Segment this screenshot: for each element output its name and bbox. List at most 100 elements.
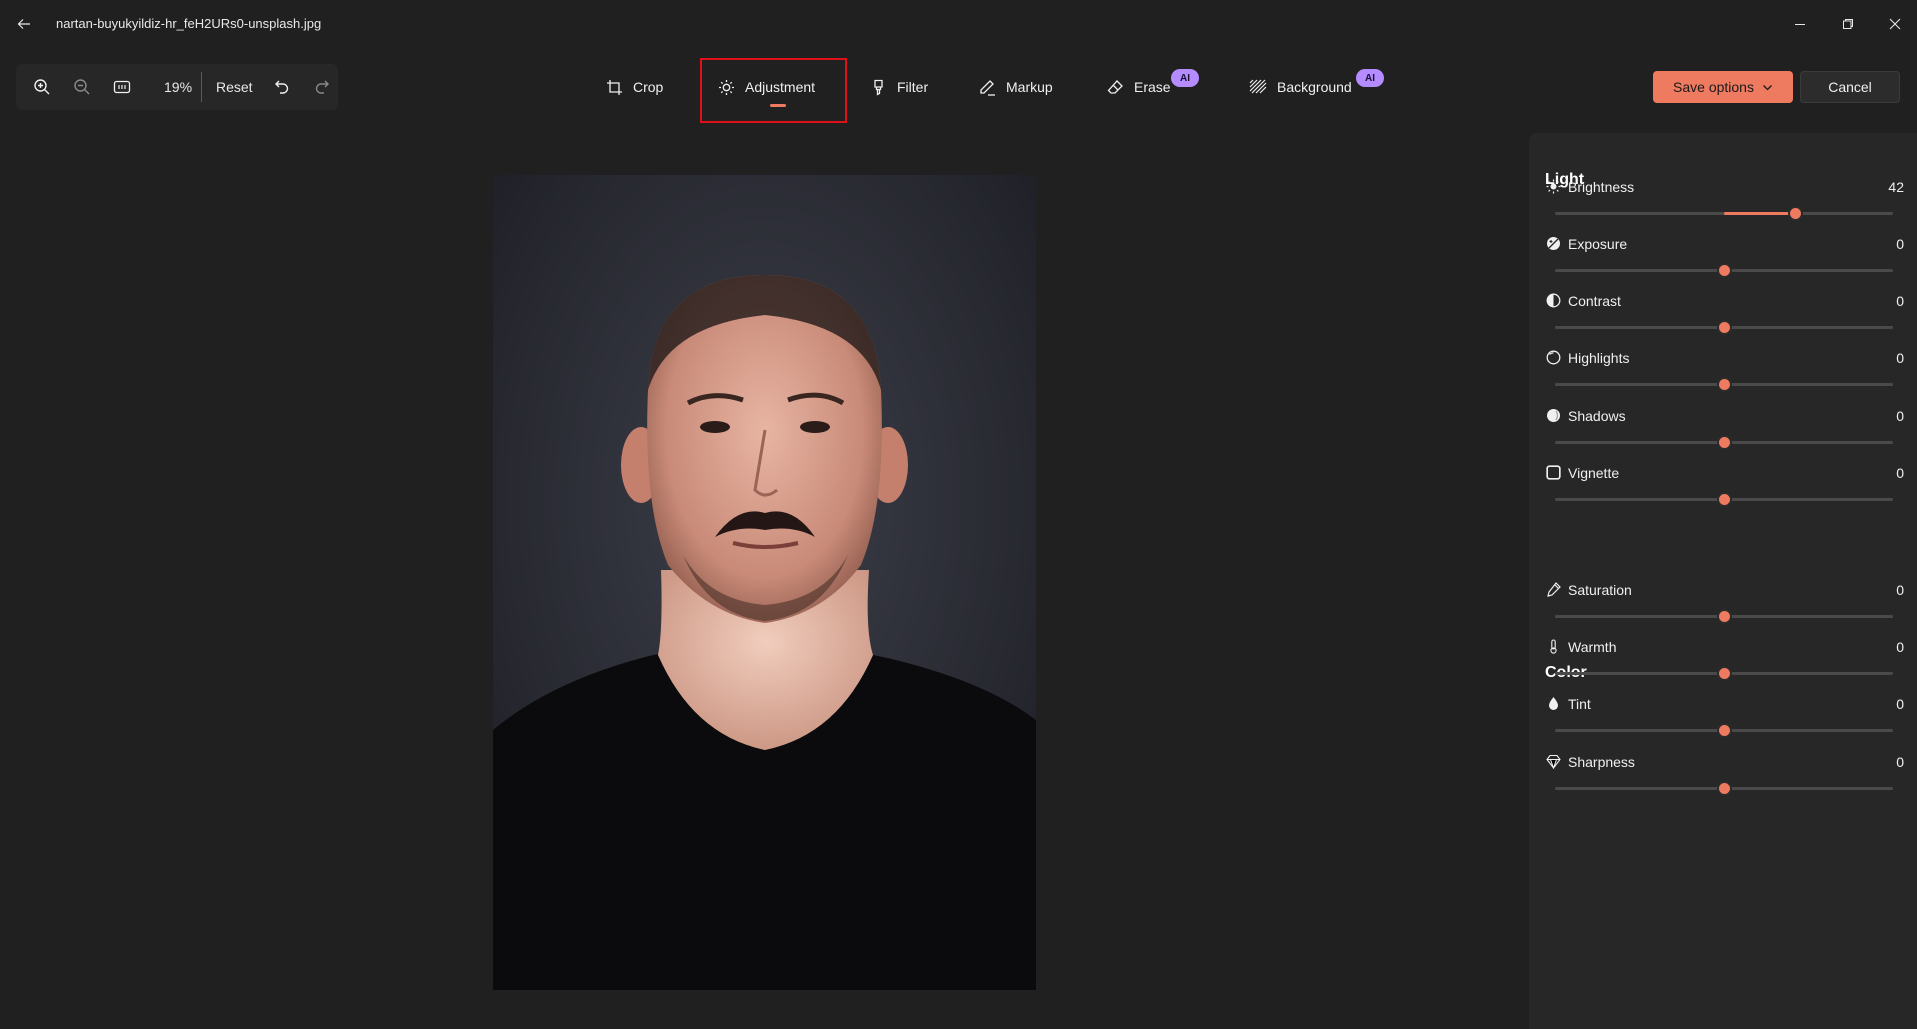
save-options-label: Save options	[1673, 79, 1754, 95]
contrast-slider[interactable]	[1555, 320, 1893, 335]
slider-row-exposure: Exposure 0	[1545, 235, 1904, 295]
saturation-slider[interactable]	[1555, 609, 1893, 624]
background-icon	[1249, 79, 1267, 93]
shadows-icon	[1545, 407, 1561, 423]
chevron-down-icon	[1763, 84, 1772, 90]
file-name: nartan-buyukyildiz-hr_feH2URs0-unsplash.…	[56, 16, 322, 31]
warmth-icon	[1545, 638, 1561, 654]
warmth-slider[interactable]	[1555, 666, 1893, 681]
brightness-slider-thumb[interactable]	[1787, 206, 1803, 221]
save-options-button[interactable]: Save options	[1653, 71, 1793, 103]
actual-size-icon[interactable]	[110, 75, 134, 99]
tab-markup[interactable]: Markup	[978, 66, 1053, 108]
zoom-toolbar: 19% Reset	[16, 64, 338, 110]
tint-label: Tint	[1568, 696, 1591, 712]
contrast-value: 0	[1896, 293, 1904, 309]
saturation-slider-thumb[interactable]	[1717, 609, 1732, 624]
tab-markup-label: Markup	[1006, 79, 1053, 95]
saturation-icon	[1545, 581, 1561, 597]
tab-filter[interactable]: Filter	[870, 66, 928, 108]
sharpness-slider-thumb[interactable]	[1717, 781, 1732, 796]
ai-badge: AI	[1171, 69, 1199, 87]
warmth-label: Warmth	[1568, 639, 1617, 655]
shadows-slider[interactable]	[1555, 435, 1893, 450]
tab-adjustment[interactable]: Adjustment	[718, 66, 815, 108]
close-icon[interactable]	[1883, 12, 1907, 36]
brightness-slider-fill	[1724, 212, 1795, 215]
back-arrow-icon[interactable]	[12, 12, 36, 36]
slider-row-contrast: Contrast 0	[1545, 292, 1904, 352]
highlights-slider-thumb[interactable]	[1717, 377, 1732, 392]
exposure-icon	[1545, 235, 1561, 251]
brightness-label: Brightness	[1568, 179, 1635, 195]
tab-background-label: Background	[1277, 79, 1352, 95]
slider-row-saturation: Saturation 0	[1545, 581, 1904, 641]
contrast-icon	[1545, 292, 1561, 308]
exposure-slider[interactable]	[1555, 263, 1893, 278]
vignette-slider[interactable]	[1555, 492, 1893, 507]
tint-icon	[1545, 695, 1561, 711]
filter-icon	[874, 79, 883, 96]
exposure-label: Exposure	[1568, 236, 1628, 252]
brightness-icon	[1545, 178, 1561, 194]
exposure-slider-thumb[interactable]	[1717, 263, 1732, 278]
shadows-value: 0	[1896, 408, 1904, 424]
sun-icon	[719, 79, 734, 95]
tint-value: 0	[1896, 696, 1904, 712]
slider-row-shadows: Shadows 0	[1545, 407, 1904, 467]
tab-adjustment-label: Adjustment	[745, 79, 816, 95]
slider-row-highlights: Highlights 0	[1545, 349, 1904, 409]
zoom-in-icon[interactable]	[30, 75, 54, 99]
slider-row-brightness: Brightness 42	[1545, 178, 1904, 238]
eraser-icon	[1107, 79, 1123, 94]
vignette-label: Vignette	[1568, 465, 1620, 481]
sharpness-slider[interactable]	[1555, 781, 1893, 796]
shadows-label: Shadows	[1568, 408, 1626, 424]
brightness-slider[interactable]	[1555, 206, 1893, 221]
undo-icon[interactable]	[270, 75, 294, 99]
zoom-out-icon[interactable]	[70, 75, 94, 99]
tab-erase[interactable]: Erase	[1107, 66, 1171, 108]
brightness-value: 42	[1888, 179, 1904, 195]
vignette-icon	[1545, 464, 1561, 480]
warmth-value: 0	[1896, 639, 1904, 655]
ai-badge: AI	[1356, 69, 1384, 87]
tab-background[interactable]: Background	[1249, 66, 1352, 108]
tab-erase-label: Erase	[1134, 79, 1171, 95]
reset-button[interactable]: Reset	[216, 79, 253, 95]
highlights-slider[interactable]	[1555, 377, 1893, 392]
shadows-slider-thumb[interactable]	[1717, 435, 1732, 450]
highlights-icon	[1545, 349, 1561, 365]
exposure-value: 0	[1896, 236, 1904, 252]
zoom-level[interactable]: 19%	[164, 79, 192, 95]
slider-row-vignette: Vignette 0	[1545, 464, 1904, 524]
sharpness-label: Sharpness	[1568, 754, 1635, 770]
slider-row-warmth: Warmth 0	[1545, 638, 1904, 698]
tint-slider[interactable]	[1555, 723, 1893, 738]
crop-icon	[607, 79, 622, 95]
highlights-label: Highlights	[1568, 350, 1630, 366]
saturation-label: Saturation	[1568, 582, 1632, 598]
adjustment-panel: Light Brightness 42 Exposure 0 Contrast 0 High…	[1529, 133, 1917, 1029]
restore-icon[interactable]	[1836, 12, 1860, 36]
redo-icon[interactable]	[310, 75, 334, 99]
tab-filter-label: Filter	[897, 79, 929, 95]
tab-crop-label: Crop	[633, 79, 664, 95]
slider-row-tint: Tint 0	[1545, 695, 1904, 755]
photo-preview[interactable]	[493, 175, 1036, 990]
tint-slider-thumb[interactable]	[1717, 723, 1732, 738]
minimize-icon[interactable]	[1788, 12, 1812, 36]
active-tab-indicator	[770, 104, 786, 107]
saturation-value: 0	[1896, 582, 1904, 598]
sharpness-icon	[1545, 753, 1561, 769]
cancel-button[interactable]: Cancel	[1800, 71, 1900, 103]
contrast-label: Contrast	[1568, 293, 1621, 309]
sharpness-value: 0	[1896, 754, 1904, 770]
tab-crop[interactable]: Crop	[606, 66, 663, 108]
contrast-slider-thumb[interactable]	[1717, 320, 1732, 335]
vignette-slider-thumb[interactable]	[1717, 492, 1732, 507]
vignette-value: 0	[1896, 465, 1904, 481]
slider-row-sharpness: Sharpness 0	[1545, 753, 1904, 813]
highlights-value: 0	[1896, 350, 1904, 366]
warmth-slider-thumb[interactable]	[1717, 666, 1732, 681]
